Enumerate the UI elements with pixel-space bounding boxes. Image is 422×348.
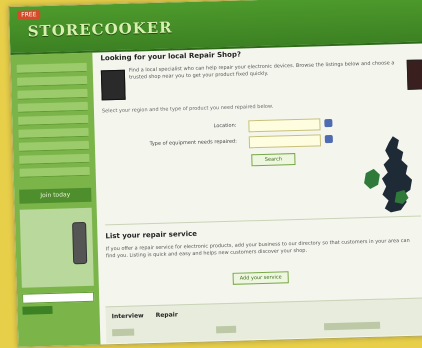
sidebar-item[interactable]: [17, 101, 88, 113]
main-content: Looking for your local Repair Shop? Find…: [98, 45, 422, 344]
section-title: List your repair service: [105, 229, 198, 241]
logo-tag: FREE: [17, 10, 41, 20]
device-thumbnail: [100, 69, 126, 101]
sidebar-input[interactable]: [22, 291, 95, 304]
sidebar: Join today: [10, 52, 101, 347]
sidebar-item[interactable]: [18, 114, 89, 126]
section-text: If you offer a repair service for electr…: [105, 237, 410, 260]
tab-repair[interactable]: Repair: [156, 311, 178, 319]
sidebar-item[interactable]: [19, 153, 90, 165]
bottom-panel: Interview Repair: [105, 297, 422, 344]
list-item[interactable]: [112, 328, 135, 337]
list-item[interactable]: [323, 321, 381, 331]
list-item[interactable]: [216, 325, 237, 334]
sidebar-go-button[interactable]: [22, 305, 53, 315]
sidebar-item[interactable]: [17, 75, 88, 87]
uk-map-icon: [364, 136, 413, 213]
sidebar-item[interactable]: [19, 166, 90, 178]
sidebar-box-title: Join today: [19, 187, 92, 204]
sidebar-item[interactable]: [16, 62, 87, 74]
search-button[interactable]: Search: [251, 153, 296, 167]
product-label: Type of equipment needs repaired:: [149, 138, 237, 148]
phone-icon: [72, 221, 88, 265]
intro-text: Find a local specialist who can help rep…: [128, 60, 395, 81]
sidebar-item[interactable]: [18, 127, 89, 139]
browser-page: FREE STORECOOKER Join today Looking for …: [8, 0, 422, 348]
site-logo[interactable]: STORECOOKER: [27, 18, 172, 40]
location-select[interactable]: [248, 118, 321, 133]
product-select[interactable]: [248, 134, 322, 149]
sidebar-item[interactable]: [18, 140, 90, 152]
location-label: Location:: [213, 122, 237, 130]
tab-interview[interactable]: Interview: [112, 312, 144, 320]
add-service-button[interactable]: Add your service: [232, 271, 289, 285]
form-instructions: Select your region and the type of produ…: [101, 103, 274, 115]
sidebar-item[interactable]: [17, 88, 88, 100]
sidebar-ad[interactable]: [19, 207, 94, 288]
dropdown-icon[interactable]: [324, 134, 333, 144]
device-thumbnail-right: [406, 59, 422, 90]
section-divider: [105, 215, 422, 226]
dropdown-icon[interactable]: [324, 118, 333, 128]
